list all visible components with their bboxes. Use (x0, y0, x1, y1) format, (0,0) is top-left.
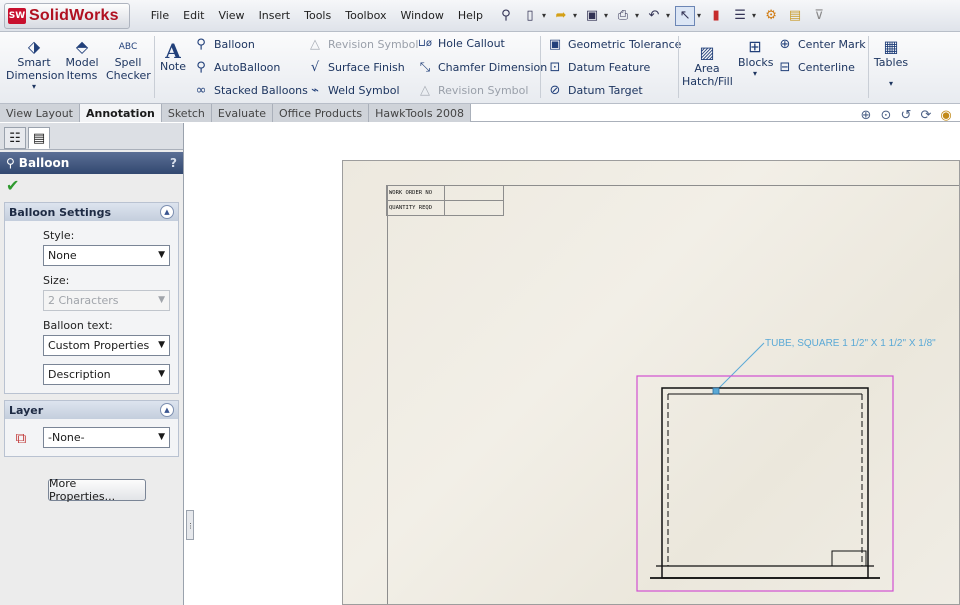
size-dropdown[interactable]: 2 Characters ▼ (43, 290, 170, 311)
panel-title: Balloon (18, 156, 70, 170)
view-selection-box (636, 375, 894, 592)
balloon-settings-group: Balloon Settings ▲ Style: None ▼ Size: 2… (4, 202, 179, 394)
balloon-icon: ⚲ (6, 156, 15, 170)
panel-header: ⚲ Balloon ? (0, 152, 183, 174)
panel-tabs: ☷ ▤ (0, 123, 183, 150)
help-icon[interactable]: ? (170, 156, 177, 170)
collapse-icon[interactable]: ▲ (160, 205, 174, 219)
property-manager-tab-icon[interactable]: ▤ (28, 127, 50, 149)
layer-header[interactable]: Layer ▲ (5, 401, 178, 419)
layer-group: Layer ▲ ⧉ -None- ▼ (4, 400, 179, 457)
layer-value: -None- (48, 431, 85, 444)
feature-manager-tab-icon[interactable]: ☷ (4, 127, 26, 149)
balloon-text-dropdown[interactable]: Custom Properties ▼ (43, 335, 170, 356)
layers-icon: ⧉ (15, 428, 27, 447)
tube-outline (661, 387, 869, 579)
property-manager-panel: ☷ ▤ ⚲ Balloon ? ✔ Balloon Settings ▲ Sty… (0, 123, 184, 605)
collapse-icon[interactable]: ▲ (160, 403, 174, 417)
balloon-attach-point (712, 387, 720, 395)
corner-detail (831, 550, 867, 567)
chevron-down-icon: ▼ (158, 432, 165, 442)
size-value: 2 Characters (48, 294, 119, 307)
property-dropdown[interactable]: Description ▼ (43, 364, 170, 385)
layer-row: ⧉ -None- ▼ (9, 427, 178, 448)
layer-title: Layer (9, 403, 44, 417)
style-label: Style: (43, 229, 75, 242)
chevron-down-icon: ▼ (158, 250, 165, 260)
balloon-settings-header[interactable]: Balloon Settings ▲ (5, 203, 178, 221)
balloon-text-label: Balloon text: (43, 319, 113, 332)
layer-dropdown[interactable]: -None- ▼ (43, 427, 170, 448)
balloon-text-value: Custom Properties (48, 339, 150, 352)
style-dropdown[interactable]: None ▼ (43, 245, 170, 266)
chevron-down-icon: ▼ (158, 340, 165, 350)
size-label: Size: (43, 274, 70, 287)
chevron-down-icon: ▼ (158, 369, 165, 379)
balloon-settings-title: Balloon Settings (9, 205, 112, 219)
balloon-leader-line (715, 342, 765, 392)
ok-check-icon[interactable]: ✔ (0, 174, 183, 196)
more-properties-button[interactable]: More Properties... (48, 477, 146, 503)
property-value: Description (48, 368, 111, 381)
balloon-note-text[interactable]: TUBE, SQUARE 1 1/2" X 1 1/2" X 1/8" (765, 338, 936, 349)
panel-resize-grip[interactable]: ⋮ (186, 510, 194, 540)
style-value: None (48, 249, 77, 262)
chevron-down-icon: ▼ (158, 295, 165, 305)
